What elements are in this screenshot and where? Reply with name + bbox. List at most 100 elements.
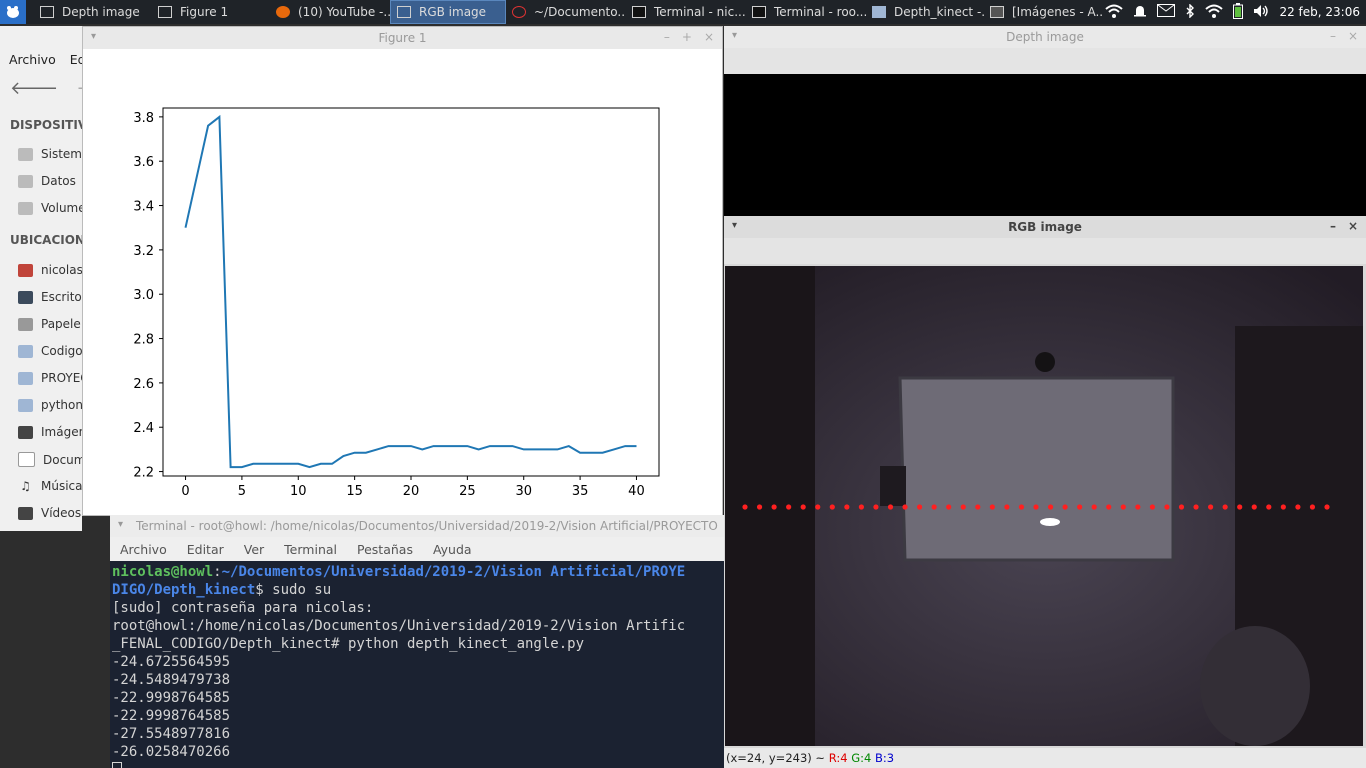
task-figure-1[interactable]: Figure 1 (152, 0, 270, 24)
task-youtube[interactable]: (10) YouTube -... (270, 0, 390, 24)
menu-ayuda[interactable]: Ayuda (433, 542, 472, 557)
terminal-output[interactable]: nicolas@howl:~/Documentos/Universidad/20… (110, 561, 724, 768)
maximize-icon[interactable]: + (682, 30, 692, 44)
menu-archivo[interactable]: Archivo (120, 542, 167, 557)
depth-image-canvas[interactable] (724, 74, 1366, 216)
drive-icon (18, 147, 33, 161)
red-marker-dot (1178, 504, 1185, 510)
y-tick-label: 2.8 (133, 333, 154, 348)
sidebar-item-home[interactable]: nicolas (18, 263, 83, 277)
whisker-menu-button[interactable] (0, 0, 26, 24)
window-menu-icon[interactable]: ▾ (91, 31, 96, 42)
terminal-line: -27.5548977816 (112, 726, 231, 742)
terminal-titlebar[interactable]: ▾ Terminal - root@howl: /home/nicolas/Do… (110, 515, 724, 537)
task-imagenes[interactable]: [Imágenes - A... (984, 0, 1104, 24)
menu-editar[interactable]: Editar (187, 542, 224, 557)
task-rgb-image[interactable]: RGB image (390, 0, 506, 24)
series-line (184, 114, 637, 469)
sidebar-item-videos[interactable]: Vídeos (18, 506, 81, 520)
figure-titlebar[interactable]: ▾ Figure 1 – + × (83, 27, 722, 49)
clock[interactable]: 22 feb, 23:06 (1279, 5, 1360, 19)
network-icon[interactable] (1205, 4, 1224, 21)
volume-icon[interactable] (1253, 4, 1269, 21)
close-icon[interactable]: × (1348, 219, 1358, 233)
minimize-icon[interactable]: – (1330, 29, 1336, 43)
depth-titlebar[interactable]: ▾ Depth image – × (724, 26, 1366, 48)
red-marker-dot (756, 504, 763, 510)
menu-terminal[interactable]: Terminal (284, 542, 337, 557)
mail-icon[interactable] (1157, 4, 1176, 20)
sidebar-item-musica[interactable]: ♫ Música (18, 479, 82, 493)
battery-icon[interactable] (1233, 2, 1244, 22)
sidebar-item-python[interactable]: python (18, 398, 83, 412)
red-marker-dot (887, 504, 894, 510)
window-icon (40, 6, 54, 18)
task-terminal-root[interactable]: Terminal - roo... (746, 0, 866, 24)
terminal-line: -24.6725564595 (112, 654, 231, 670)
sidebar-heading-places: UBICACION (10, 233, 85, 247)
terminal-line: -24.5489479738 (112, 672, 231, 688)
red-marker-dot (771, 504, 777, 510)
menu-archivo[interactable]: Archivo (9, 52, 56, 67)
task-terminal-nicolas[interactable]: Terminal - nic... (626, 0, 746, 24)
y-tick-label: 3.8 (133, 111, 154, 126)
xfce-mouse-icon (7, 6, 19, 18)
x-tick-label: 0 (181, 484, 189, 499)
close-icon[interactable]: × (1348, 29, 1358, 43)
sidebar-item-escritorio[interactable]: Escrito (18, 290, 82, 304)
close-icon[interactable]: × (704, 30, 714, 44)
y-tick-label: 3.0 (133, 288, 154, 303)
plot-frame (162, 107, 660, 477)
red-marker-dot (1106, 504, 1112, 510)
sidebar-item-proyecto[interactable]: PROYEC (18, 371, 89, 385)
status-green: G:4 (851, 751, 872, 765)
red-marker-dot (989, 504, 995, 510)
sidebar-item-documentos[interactable]: Docum (18, 452, 85, 467)
whiteboard (898, 376, 1175, 562)
menu-ver[interactable]: Ver (244, 542, 264, 557)
rgb-camera-image[interactable] (725, 266, 1363, 746)
window-menu-icon[interactable]: ▾ (732, 220, 737, 231)
red-marker-dot (1324, 504, 1330, 510)
terminal-line: root@howl:/home/nicolas/Documentos/Unive… (112, 618, 686, 634)
prompt-user: nicolas@howl (112, 564, 214, 580)
notifications-bell-icon[interactable] (1133, 4, 1147, 21)
sidebar-item-datos[interactable]: Datos (18, 174, 76, 188)
red-marker-dot (1208, 504, 1214, 510)
task-depth-kinect-folder[interactable]: Depth_kinect -... (866, 0, 984, 24)
depth-title: Depth image (1006, 30, 1084, 44)
prompt-path-continued: DIGO/Depth_kinect (112, 582, 256, 598)
sidebar-item-codigo[interactable]: Codigo (18, 344, 83, 358)
window-menu-icon[interactable]: ▾ (732, 30, 737, 41)
desktop-icon (18, 290, 33, 304)
sidebar-item-sistema[interactable]: Sistem (18, 147, 82, 161)
status-blue: B:3 (874, 751, 895, 765)
x-tick-label: 5 (238, 484, 246, 499)
red-marker-dot (1295, 504, 1301, 510)
x-tick-label: 15 (346, 484, 363, 499)
terminal-line: -22.9998764585 (112, 690, 231, 706)
back-arrow-icon[interactable]: 🡐 (10, 78, 58, 99)
sidebar-item-volumen[interactable]: Volume (18, 201, 86, 215)
pictures-icon (18, 425, 33, 439)
minimize-icon[interactable]: – (1330, 219, 1336, 233)
terminal-menubar: Archivo Editar Ver Terminal Pestañas Ayu… (110, 537, 724, 561)
rgb-titlebar[interactable]: ▾ RGB image – × (724, 216, 1366, 238)
document-icon (18, 452, 35, 467)
wifi-icon[interactable] (1105, 4, 1124, 21)
bluetooth-icon[interactable] (1185, 2, 1195, 21)
window-menu-icon[interactable]: ▾ (118, 519, 123, 530)
terminal-cursor (112, 762, 122, 768)
minimize-icon[interactable]: – (664, 30, 670, 44)
red-marker-dot (1164, 504, 1170, 510)
status-red: R:4 (828, 751, 848, 765)
sidebar-item-imagenes[interactable]: Imágen (18, 425, 86, 439)
light-reflection (1040, 518, 1060, 526)
task-depth-image[interactable]: Depth image (34, 0, 152, 24)
sidebar-item-papelera[interactable]: Papele (18, 317, 81, 331)
menu-pestanas[interactable]: Pestañas (357, 542, 413, 557)
task-documentos[interactable]: ~/Documento... (506, 0, 626, 24)
terminal-title: Terminal - root@howl: /home/nicolas/Docu… (136, 519, 718, 533)
red-marker-dot (1149, 504, 1155, 510)
red-marker-dot (1193, 504, 1199, 510)
